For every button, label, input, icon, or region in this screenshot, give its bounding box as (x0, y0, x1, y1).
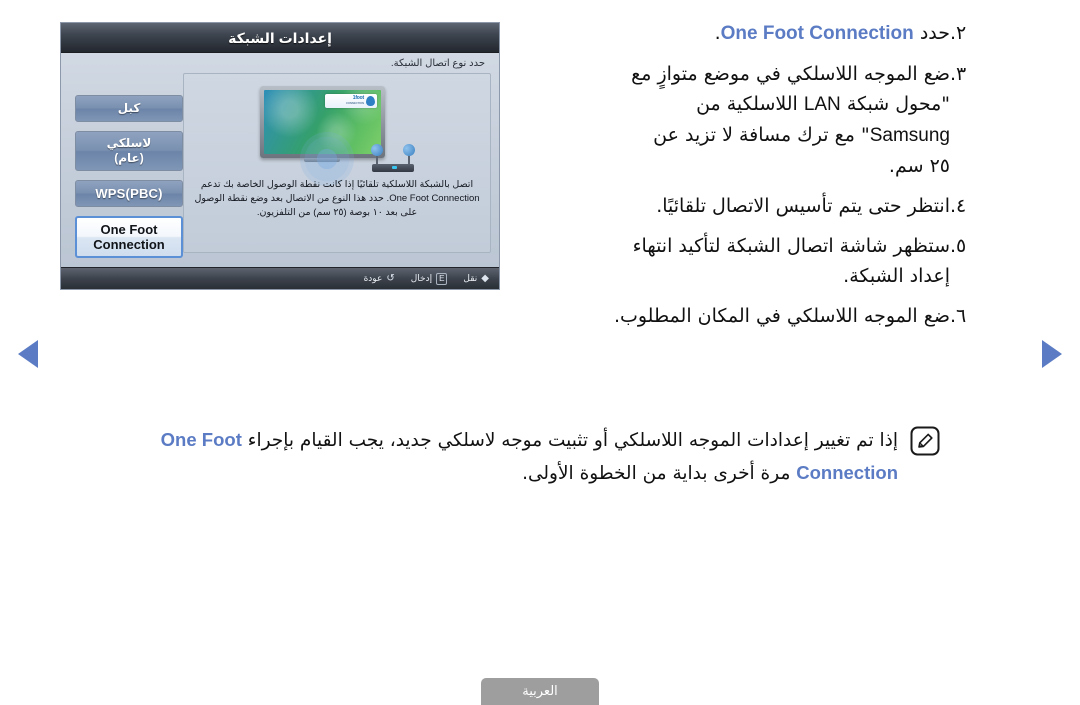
step-6-text: ضع الموجه اللاسلكي في المكان المطلوب. (613, 305, 950, 327)
step-5-line-2: إعداد الشبكة. (843, 265, 950, 287)
prev-page-arrow-icon[interactable] (18, 340, 38, 368)
move-arrows-icon: ◆ (481, 272, 489, 284)
step-5-text: ستظهر شاشة اتصال الشبكة لتأكيد انتهاء إع… (572, 231, 950, 291)
note-line-1: إذا تم تغيير إعدادات الموجه اللاسلكي أو … (247, 430, 898, 451)
step-2-text: حدد One Foot Connection. (572, 18, 950, 49)
osd-hint-move[interactable]: ◆ نقل (463, 273, 489, 284)
osd-option-wps-pbc[interactable]: WPS(PBC) (75, 180, 183, 207)
step-4: ٤. انتظر حتى يتم تأسيس الاتصال تلقائيًا. (572, 191, 992, 221)
step-3-text: ضع الموجه اللاسلكي في موضع متوازٍ مع "مح… (572, 59, 950, 181)
step-4-number: ٤. (950, 195, 967, 217)
osd-option-cable-label: كبل (117, 101, 141, 115)
osd-option-one-foot-connection[interactable]: One Foot Connection (75, 216, 183, 258)
osd-hint-return-label: عودة (363, 273, 383, 283)
step-3-number: ٣. (950, 63, 967, 85)
note-line-2: مرة أخرى بداية من الخطوة الأولى. (522, 463, 797, 484)
osd-option-wps-pbc-label: WPS(PBC) (95, 186, 163, 201)
osd-title: إعدادات الشبكة (228, 30, 332, 46)
one-foot-connection-logo-text: 1foot CONNECTION (345, 95, 364, 106)
samsung-keyword: Samsung (869, 125, 950, 146)
step-4-text: انتظر حتى يتم تأسيس الاتصال تلقائيًا. (656, 195, 950, 217)
return-arrow-icon: ↺ (386, 272, 395, 284)
osd-hint-move-label: نقل (463, 273, 478, 283)
osd-hint-enter[interactable]: E إدخال (410, 272, 448, 285)
note-pencil-icon (910, 426, 940, 456)
osd-option-cable[interactable]: كبل (75, 95, 183, 122)
language-tab-arabic[interactable]: العربية (481, 678, 599, 705)
osd-hint-enter-label: إدخال (410, 273, 433, 283)
osd-option-list: كبل لاسلكي (عام) WPS(PBC) One Foot Conne… (75, 95, 183, 267)
osd-hint-return[interactable]: ↺ عودة (364, 273, 395, 284)
osd-option-ofc-label-line2: Connection (93, 237, 165, 252)
enter-key-icon: E (436, 272, 448, 285)
one-foot-connection-logo-icon: 1foot CONNECTION (325, 94, 377, 108)
step-3-line-3: Samsung" مع ترك مسافة لا تزيد عن (653, 124, 950, 146)
wireless-router-icon (366, 142, 420, 172)
step-2-label-post: حدد (919, 22, 950, 44)
step-6: ٦. ضع الموجه اللاسلكي في المكان المطلوب. (572, 301, 992, 331)
osd-footer-hints: ◆ نقل E إدخال ↺ عودة (61, 267, 499, 289)
osd-option-ofc-label-line1: One Foot (100, 222, 158, 237)
osd-subtitle: حدد نوع اتصال الشبكة. (390, 58, 485, 69)
next-page-arrow-icon[interactable] (1042, 340, 1062, 368)
router-led-icon (392, 166, 397, 169)
step-6-number: ٦. (950, 305, 967, 327)
step-3-line-1: ضع الموجه اللاسلكي في موضع متوازٍ مع (631, 63, 950, 85)
page-root: إعدادات الشبكة حدد نوع اتصال الشبكة. كبل… (0, 0, 1080, 705)
language-tab-label: العربية (522, 684, 558, 699)
footprint-icon (366, 96, 375, 106)
step-2-number: ٢. (950, 22, 967, 44)
osd-option-wireless-label-line1: لاسلكي (106, 136, 152, 150)
instruction-steps: ٢. حدد One Foot Connection. ٣. ضع الموجه… (572, 18, 992, 341)
lan-keyword: LAN (803, 94, 841, 115)
note-text: إذا تم تغيير إعدادات الموجه اللاسلكي أو … (140, 424, 898, 490)
tv-osd-network-settings: إعدادات الشبكة حدد نوع اتصال الشبكة. كبل… (60, 22, 500, 290)
router-antenna-right-icon (401, 142, 417, 165)
one-foot-connection-illustration: 1foot CONNECTION (252, 86, 422, 186)
step-5: ٥. ستظهر شاشة اتصال الشبكة لتأكيد انتهاء… (572, 231, 992, 291)
step-5-line-1: ستظهر شاشة اتصال الشبكة لتأكيد انتهاء (632, 235, 950, 257)
step-2-highlight: One Foot Connection (720, 23, 914, 44)
osd-title-bar: إعدادات الشبكة (61, 23, 499, 53)
step-2: ٢. حدد One Foot Connection. (572, 18, 992, 49)
osd-option-wireless-label-line2: (عام) (114, 151, 144, 165)
step-3-line-4: ٢٥ سم. (888, 155, 950, 177)
osd-option-wireless[interactable]: لاسلكي (عام) (75, 131, 183, 171)
osd-description-text: اتصل بالشبكة اللاسلكية تلقائيًا إذا كانت… (194, 179, 480, 218)
step-3: ٣. ضع الموجه اللاسلكي في موضع متوازٍ مع … (572, 59, 992, 181)
router-antenna-left-icon (369, 142, 385, 165)
step-3-line-2: "محول شبكة LAN اللاسلكية من (696, 93, 950, 115)
step-5-number: ٥. (950, 235, 967, 257)
osd-description-panel: 1foot CONNECTION اتصل بالشبكة اللاسلكية (183, 73, 491, 253)
note-block: إذا تم تغيير إعدادات الموجه اللاسلكي أو … (140, 424, 940, 490)
